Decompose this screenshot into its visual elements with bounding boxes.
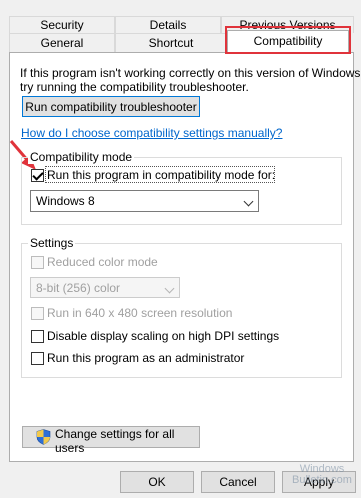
tab-details-label: Details xyxy=(149,18,187,32)
reduced-color-checkbox[interactable] xyxy=(31,256,44,269)
os-version-select[interactable]: Windows 8 xyxy=(30,190,259,212)
color-depth-chevron-down-icon xyxy=(164,283,175,294)
chevron-down-icon xyxy=(243,196,254,207)
ok-button[interactable]: OK xyxy=(120,471,194,493)
tab-security[interactable]: Security xyxy=(9,16,115,33)
res-640-checkbox[interactable] xyxy=(31,307,44,320)
tab-compatibility[interactable]: Compatibility xyxy=(227,30,349,52)
help-link[interactable]: How do I choose compatibility settings m… xyxy=(21,126,282,140)
color-depth-select[interactable]: 8-bit (256) color xyxy=(30,277,180,298)
intro-text-line1: If this program isn't working correctly … xyxy=(20,66,361,80)
tab-compatibility-label: Compatibility xyxy=(253,34,323,48)
tab-security-label: Security xyxy=(40,18,84,32)
res-640-label: Run in 640 x 480 screen resolution xyxy=(47,306,233,320)
tab-details[interactable]: Details xyxy=(115,16,221,33)
reduced-color-label: Reduced color mode xyxy=(47,255,158,269)
color-depth-value: 8-bit (256) color xyxy=(36,281,121,295)
uac-shield-icon xyxy=(36,429,51,445)
compat-mode-checkbox-label[interactable]: Run this program in compatibility mode f… xyxy=(47,168,275,182)
disable-dpi-checkbox[interactable] xyxy=(31,330,44,343)
compat-mode-title: Compatibility mode xyxy=(28,150,135,164)
run-admin-label[interactable]: Run this program as an administrator xyxy=(47,351,244,365)
intro-text-line2: try running the compatibility troublesho… xyxy=(20,80,249,94)
tab-shortcut-label: Shortcut xyxy=(148,36,194,50)
compat-mode-checkbox[interactable] xyxy=(31,169,44,182)
run-troubleshooter-button[interactable]: Run compatibility troubleshooter xyxy=(22,96,200,117)
disable-dpi-label[interactable]: Disable display scaling on high DPI sett… xyxy=(47,329,279,343)
os-version-value: Windows 8 xyxy=(36,194,95,208)
watermark: Windows Bulletin.com xyxy=(284,464,360,486)
run-admin-checkbox[interactable] xyxy=(31,352,44,365)
settings-title: Settings xyxy=(28,236,76,250)
tab-general[interactable]: General xyxy=(9,33,115,52)
tab-shortcut[interactable]: Shortcut xyxy=(115,33,227,52)
cancel-button[interactable]: Cancel xyxy=(201,471,275,493)
watermark-line2: Bulletin.com xyxy=(292,474,352,486)
tab-general-label: General xyxy=(40,36,84,50)
